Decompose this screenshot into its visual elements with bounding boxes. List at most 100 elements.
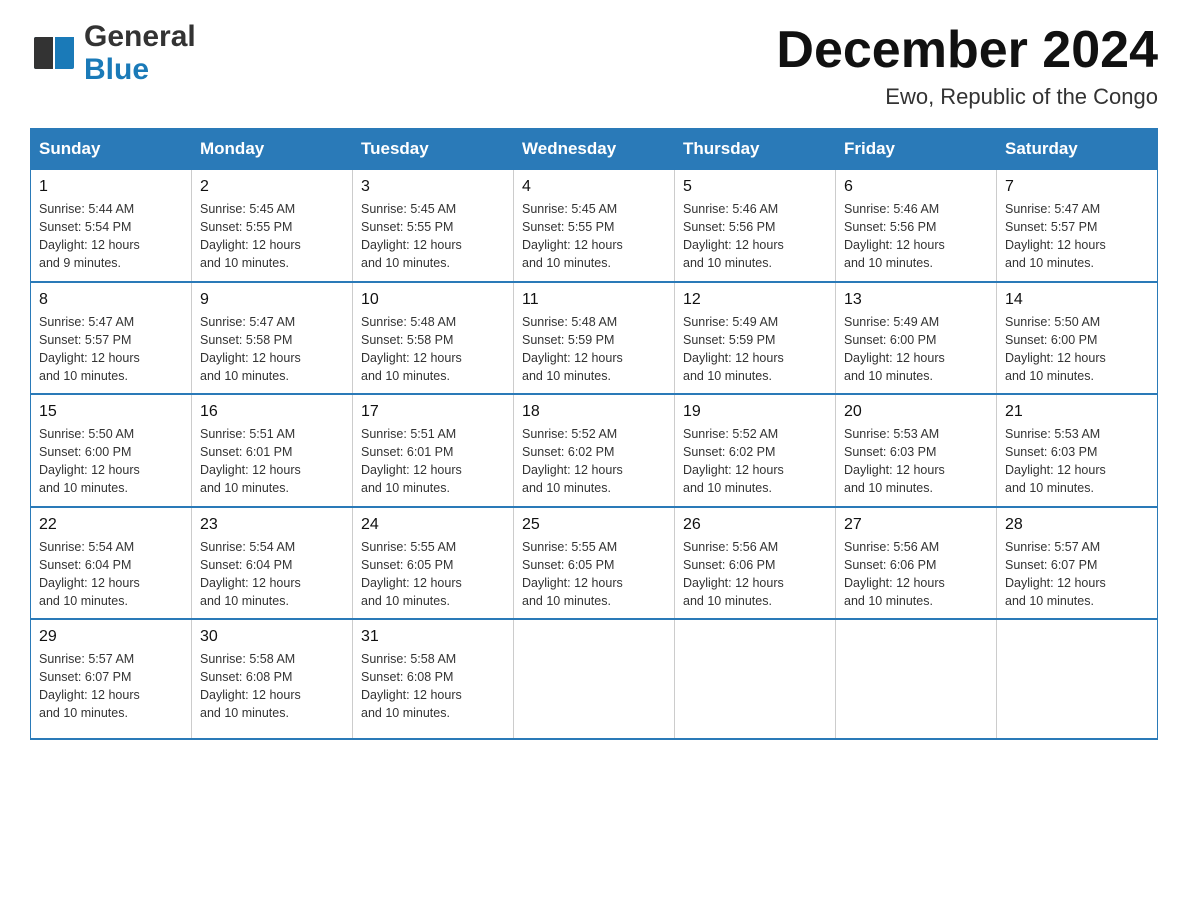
day-number: 13 <box>844 291 988 309</box>
day-info: Sunrise: 5:45 AMSunset: 5:55 PMDaylight:… <box>200 200 344 273</box>
calendar-day-cell: 6 Sunrise: 5:46 AMSunset: 5:56 PMDayligh… <box>836 170 997 282</box>
calendar-day-cell: 17 Sunrise: 5:51 AMSunset: 6:01 PMDaylig… <box>353 394 514 507</box>
calendar-day-cell: 4 Sunrise: 5:45 AMSunset: 5:55 PMDayligh… <box>514 170 675 282</box>
calendar-day-cell: 24 Sunrise: 5:55 AMSunset: 6:05 PMDaylig… <box>353 507 514 620</box>
day-number: 24 <box>361 516 505 534</box>
calendar-day-cell <box>514 619 675 739</box>
calendar-day-cell: 29 Sunrise: 5:57 AMSunset: 6:07 PMDaylig… <box>31 619 192 739</box>
calendar-day-cell: 1 Sunrise: 5:44 AMSunset: 5:54 PMDayligh… <box>31 170 192 282</box>
header-tuesday: Tuesday <box>353 129 514 170</box>
day-number: 16 <box>200 403 344 421</box>
day-info: Sunrise: 5:52 AMSunset: 6:02 PMDaylight:… <box>683 425 827 498</box>
calendar-day-cell: 10 Sunrise: 5:48 AMSunset: 5:58 PMDaylig… <box>353 282 514 395</box>
calendar-header-row: Sunday Monday Tuesday Wednesday Thursday… <box>31 129 1158 170</box>
calendar-day-cell: 8 Sunrise: 5:47 AMSunset: 5:57 PMDayligh… <box>31 282 192 395</box>
day-info: Sunrise: 5:49 AMSunset: 6:00 PMDaylight:… <box>844 313 988 386</box>
header-thursday: Thursday <box>675 129 836 170</box>
logo-blue: Blue <box>84 53 149 86</box>
day-info: Sunrise: 5:58 AMSunset: 6:08 PMDaylight:… <box>200 650 344 723</box>
day-info: Sunrise: 5:49 AMSunset: 5:59 PMDaylight:… <box>683 313 827 386</box>
day-number: 22 <box>39 516 183 534</box>
calendar-day-cell: 13 Sunrise: 5:49 AMSunset: 6:00 PMDaylig… <box>836 282 997 395</box>
day-number: 17 <box>361 403 505 421</box>
day-number: 7 <box>1005 178 1149 196</box>
calendar-day-cell: 27 Sunrise: 5:56 AMSunset: 6:06 PMDaylig… <box>836 507 997 620</box>
calendar-day-cell: 21 Sunrise: 5:53 AMSunset: 6:03 PMDaylig… <box>997 394 1158 507</box>
day-info: Sunrise: 5:50 AMSunset: 6:00 PMDaylight:… <box>1005 313 1149 386</box>
day-info: Sunrise: 5:47 AMSunset: 5:58 PMDaylight:… <box>200 313 344 386</box>
day-info: Sunrise: 5:44 AMSunset: 5:54 PMDaylight:… <box>39 200 183 273</box>
calendar-day-cell: 5 Sunrise: 5:46 AMSunset: 5:56 PMDayligh… <box>675 170 836 282</box>
calendar-day-cell <box>836 619 997 739</box>
day-number: 8 <box>39 291 183 309</box>
day-info: Sunrise: 5:54 AMSunset: 6:04 PMDaylight:… <box>39 538 183 611</box>
day-number: 12 <box>683 291 827 309</box>
day-number: 6 <box>844 178 988 196</box>
calendar-week-row: 15 Sunrise: 5:50 AMSunset: 6:00 PMDaylig… <box>31 394 1158 507</box>
header-friday: Friday <box>836 129 997 170</box>
page-header: General Blue December 2024 Ewo, Republic… <box>30 20 1158 110</box>
calendar-day-cell: 12 Sunrise: 5:49 AMSunset: 5:59 PMDaylig… <box>675 282 836 395</box>
calendar-day-cell: 20 Sunrise: 5:53 AMSunset: 6:03 PMDaylig… <box>836 394 997 507</box>
day-number: 19 <box>683 403 827 421</box>
day-number: 31 <box>361 628 505 646</box>
calendar-day-cell: 25 Sunrise: 5:55 AMSunset: 6:05 PMDaylig… <box>514 507 675 620</box>
day-number: 29 <box>39 628 183 646</box>
day-info: Sunrise: 5:48 AMSunset: 5:59 PMDaylight:… <box>522 313 666 386</box>
logo-general: General <box>84 20 196 53</box>
calendar-day-cell: 31 Sunrise: 5:58 AMSunset: 6:08 PMDaylig… <box>353 619 514 739</box>
logo: General Blue <box>30 20 196 86</box>
day-info: Sunrise: 5:46 AMSunset: 5:56 PMDaylight:… <box>844 200 988 273</box>
header-saturday: Saturday <box>997 129 1158 170</box>
day-info: Sunrise: 5:57 AMSunset: 6:07 PMDaylight:… <box>1005 538 1149 611</box>
header-wednesday: Wednesday <box>514 129 675 170</box>
day-info: Sunrise: 5:50 AMSunset: 6:00 PMDaylight:… <box>39 425 183 498</box>
day-info: Sunrise: 5:58 AMSunset: 6:08 PMDaylight:… <box>361 650 505 723</box>
day-info: Sunrise: 5:56 AMSunset: 6:06 PMDaylight:… <box>683 538 827 611</box>
calendar-day-cell: 14 Sunrise: 5:50 AMSunset: 6:00 PMDaylig… <box>997 282 1158 395</box>
calendar-day-cell: 3 Sunrise: 5:45 AMSunset: 5:55 PMDayligh… <box>353 170 514 282</box>
day-info: Sunrise: 5:57 AMSunset: 6:07 PMDaylight:… <box>39 650 183 723</box>
day-info: Sunrise: 5:55 AMSunset: 6:05 PMDaylight:… <box>361 538 505 611</box>
day-info: Sunrise: 5:48 AMSunset: 5:58 PMDaylight:… <box>361 313 505 386</box>
day-number: 2 <box>200 178 344 196</box>
calendar-week-row: 1 Sunrise: 5:44 AMSunset: 5:54 PMDayligh… <box>31 170 1158 282</box>
location-subtitle: Ewo, Republic of the Congo <box>776 84 1158 110</box>
day-info: Sunrise: 5:47 AMSunset: 5:57 PMDaylight:… <box>39 313 183 386</box>
day-info: Sunrise: 5:47 AMSunset: 5:57 PMDaylight:… <box>1005 200 1149 273</box>
day-number: 23 <box>200 516 344 534</box>
calendar-day-cell: 7 Sunrise: 5:47 AMSunset: 5:57 PMDayligh… <box>997 170 1158 282</box>
calendar-day-cell: 15 Sunrise: 5:50 AMSunset: 6:00 PMDaylig… <box>31 394 192 507</box>
calendar-week-row: 29 Sunrise: 5:57 AMSunset: 6:07 PMDaylig… <box>31 619 1158 739</box>
calendar-title-area: December 2024 Ewo, Republic of the Congo <box>776 20 1158 110</box>
day-number: 26 <box>683 516 827 534</box>
day-number: 21 <box>1005 403 1149 421</box>
day-info: Sunrise: 5:45 AMSunset: 5:55 PMDaylight:… <box>522 200 666 273</box>
calendar-day-cell: 16 Sunrise: 5:51 AMSunset: 6:01 PMDaylig… <box>192 394 353 507</box>
calendar-day-cell: 23 Sunrise: 5:54 AMSunset: 6:04 PMDaylig… <box>192 507 353 620</box>
day-number: 3 <box>361 178 505 196</box>
header-monday: Monday <box>192 129 353 170</box>
day-number: 28 <box>1005 516 1149 534</box>
day-info: Sunrise: 5:46 AMSunset: 5:56 PMDaylight:… <box>683 200 827 273</box>
day-info: Sunrise: 5:51 AMSunset: 6:01 PMDaylight:… <box>200 425 344 498</box>
calendar-day-cell: 28 Sunrise: 5:57 AMSunset: 6:07 PMDaylig… <box>997 507 1158 620</box>
calendar-day-cell <box>997 619 1158 739</box>
day-number: 25 <box>522 516 666 534</box>
calendar-day-cell: 30 Sunrise: 5:58 AMSunset: 6:08 PMDaylig… <box>192 619 353 739</box>
calendar-day-cell: 2 Sunrise: 5:45 AMSunset: 5:55 PMDayligh… <box>192 170 353 282</box>
day-number: 5 <box>683 178 827 196</box>
day-number: 20 <box>844 403 988 421</box>
day-info: Sunrise: 5:45 AMSunset: 5:55 PMDaylight:… <box>361 200 505 273</box>
day-number: 14 <box>1005 291 1149 309</box>
day-number: 11 <box>522 291 666 309</box>
day-number: 27 <box>844 516 988 534</box>
day-number: 4 <box>522 178 666 196</box>
calendar-day-cell: 18 Sunrise: 5:52 AMSunset: 6:02 PMDaylig… <box>514 394 675 507</box>
calendar-week-row: 8 Sunrise: 5:47 AMSunset: 5:57 PMDayligh… <box>31 282 1158 395</box>
day-info: Sunrise: 5:56 AMSunset: 6:06 PMDaylight:… <box>844 538 988 611</box>
calendar-table: Sunday Monday Tuesday Wednesday Thursday… <box>30 128 1158 740</box>
day-number: 10 <box>361 291 505 309</box>
calendar-day-cell <box>675 619 836 739</box>
header-sunday: Sunday <box>31 129 192 170</box>
